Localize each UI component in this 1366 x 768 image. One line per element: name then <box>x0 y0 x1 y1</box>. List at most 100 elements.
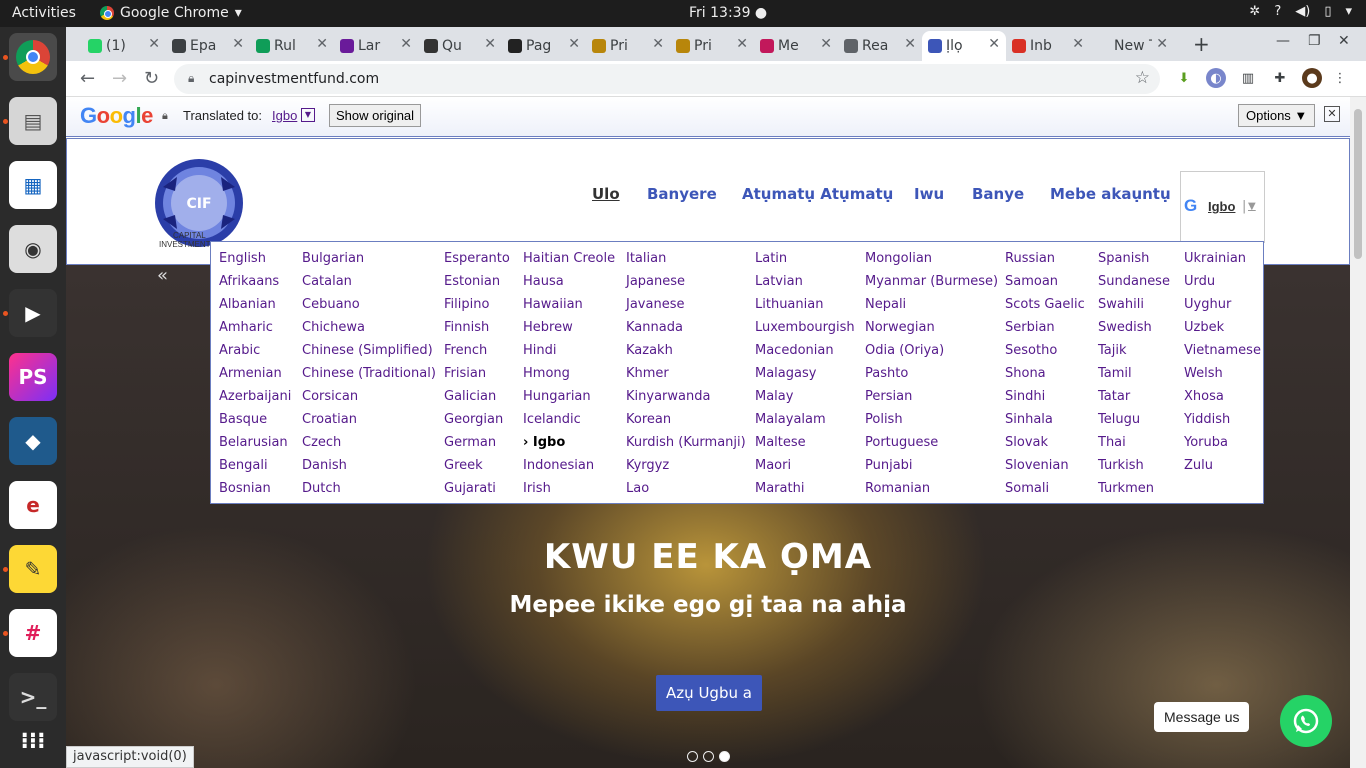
language-option[interactable]: Turkish <box>1098 457 1170 480</box>
browser-tab[interactable]: Pri ✕ <box>670 31 754 61</box>
target-language-link[interactable]: Igbo <box>272 108 297 123</box>
language-option[interactable]: Javanese <box>626 296 746 319</box>
language-option[interactable]: Galician <box>444 388 510 411</box>
carousel-dot-active[interactable] <box>719 751 730 762</box>
language-option[interactable]: Portuguese <box>865 434 998 457</box>
forward-button[interactable]: → <box>112 68 127 89</box>
close-tab-icon[interactable]: ✕ <box>820 36 832 52</box>
language-option[interactable]: Punjabi <box>865 457 998 480</box>
nav-plans[interactable]: Atụmatụ Atụmatụ <box>742 185 893 203</box>
language-option[interactable]: Scots Gaelic <box>1005 296 1085 319</box>
close-tab-icon[interactable]: ✕ <box>484 36 496 52</box>
files-icon[interactable]: ▤ <box>9 97 57 145</box>
language-option[interactable]: Albanian <box>219 296 291 319</box>
language-option[interactable]: Kyrgyz <box>626 457 746 480</box>
language-option[interactable]: Telugu <box>1098 411 1170 434</box>
extension-icon[interactable]: ◐ <box>1206 68 1226 88</box>
browser-tab[interactable]: New Ta✕ <box>1090 31 1174 61</box>
text-editor-icon[interactable]: ✎ <box>9 545 57 593</box>
terminal-icon[interactable]: >_ <box>9 673 57 721</box>
close-tab-icon[interactable]: ✕ <box>988 36 1000 52</box>
language-option[interactable]: Malay <box>755 388 855 411</box>
language-option[interactable]: › Igbo <box>523 434 615 457</box>
language-option[interactable]: Macedonian <box>755 342 855 365</box>
bookmark-star-icon[interactable]: ☆ <box>1135 68 1150 88</box>
language-option[interactable]: Tajik <box>1098 342 1170 365</box>
language-option[interactable]: Arabic <box>219 342 291 365</box>
language-option[interactable]: Filipino <box>444 296 510 319</box>
address-bar[interactable]: 🔒︎ capinvestmentfund.com ☆ <box>174 64 1160 94</box>
close-tab-icon[interactable]: ✕ <box>736 36 748 52</box>
language-option[interactable]: Indonesian <box>523 457 615 480</box>
nav-terms[interactable]: Iwu <box>914 185 944 203</box>
extensions-puzzle-icon[interactable]: ✚ <box>1270 68 1290 88</box>
language-option[interactable]: Cebuano <box>302 296 436 319</box>
browser-tab[interactable]: Epa ✕ <box>166 31 250 61</box>
language-option[interactable]: Uzbek <box>1184 319 1261 342</box>
close-tab-icon[interactable]: ✕ <box>1156 36 1168 52</box>
language-option[interactable]: Corsican <box>302 388 436 411</box>
close-icon[interactable]: ✕ <box>1324 106 1340 122</box>
language-option[interactable]: Armenian <box>219 365 291 388</box>
language-selector[interactable]: G Igbo | ▼ <box>1180 171 1265 243</box>
language-option[interactable]: Slovak <box>1005 434 1085 457</box>
back-button[interactable]: ← <box>80 68 95 89</box>
language-option[interactable]: Greek <box>444 457 510 480</box>
slack-icon[interactable]: # <box>9 609 57 657</box>
language-option[interactable]: Italian <box>626 250 746 273</box>
language-option[interactable]: Chinese (Simplified) <box>302 342 436 365</box>
new-tab-button[interactable]: + <box>1193 32 1210 56</box>
language-option[interactable]: Esperanto <box>444 250 510 273</box>
language-option[interactable]: Odia (Oriya) <box>865 342 998 365</box>
language-option[interactable]: Khmer <box>626 365 746 388</box>
language-option[interactable]: Welsh <box>1184 365 1261 388</box>
language-option[interactable]: Kinyarwanda <box>626 388 746 411</box>
language-selector-label[interactable]: Igbo <box>1208 199 1235 214</box>
language-option[interactable]: Nepali <box>865 296 998 319</box>
close-tab-icon[interactable]: ✕ <box>904 36 916 52</box>
show-apps-icon[interactable]: ⁝⁝⁝ <box>9 717 57 765</box>
language-option[interactable]: Basque <box>219 411 291 434</box>
language-option[interactable]: Bosnian <box>219 480 291 503</box>
language-option[interactable]: German <box>444 434 510 457</box>
language-option[interactable]: English <box>219 250 291 273</box>
language-option[interactable]: Polish <box>865 411 998 434</box>
language-option[interactable]: Serbian <box>1005 319 1085 342</box>
browser-tab[interactable]: Rea ✕ <box>838 31 922 61</box>
maximize-button[interactable]: ❐ <box>1308 33 1321 49</box>
language-option[interactable]: Hungarian <box>523 388 615 411</box>
language-option[interactable]: Azerbaijani <box>219 388 291 411</box>
carousel-dot[interactable] <box>687 751 698 762</box>
language-option[interactable]: Lithuanian <box>755 296 855 319</box>
whatsapp-button[interactable] <box>1280 695 1332 747</box>
close-tab-icon[interactable]: ✕ <box>1072 36 1084 52</box>
browser-tab[interactable]: (1) ✕ <box>82 31 166 61</box>
language-option[interactable]: Xhosa <box>1184 388 1261 411</box>
language-option[interactable]: Maltese <box>755 434 855 457</box>
lock-icon[interactable]: 🔒︎ <box>188 71 194 86</box>
reload-button[interactable]: ↻ <box>144 68 159 89</box>
language-option[interactable]: Ukrainian <box>1184 250 1261 273</box>
language-option[interactable]: Hebrew <box>523 319 615 342</box>
language-option[interactable]: Finnish <box>444 319 510 342</box>
scrollbar-thumb[interactable] <box>1354 109 1362 259</box>
language-option[interactable]: Spanish <box>1098 250 1170 273</box>
language-option[interactable]: Pashto <box>865 365 998 388</box>
browser-tab[interactable]: Qu ✕ <box>418 31 502 61</box>
language-option[interactable]: Catalan <box>302 273 436 296</box>
language-option[interactable]: Czech <box>302 434 436 457</box>
language-option[interactable]: Hawaiian <box>523 296 615 319</box>
browser-menu-icon[interactable]: ⋮ <box>1330 68 1350 88</box>
url-text[interactable]: capinvestmentfund.com <box>209 71 379 87</box>
nav-about[interactable]: Banyere <box>647 185 717 203</box>
reading-list-icon[interactable]: ▥ <box>1238 68 1258 88</box>
language-option[interactable]: Chichewa <box>302 319 436 342</box>
profile-avatar[interactable]: ● <box>1302 68 1322 88</box>
browser-tab[interactable]: Pag ✕ <box>502 31 586 61</box>
language-option[interactable]: Sesotho <box>1005 342 1085 365</box>
language-option[interactable]: Samoan <box>1005 273 1085 296</box>
message-us-label[interactable]: Message us <box>1154 702 1250 732</box>
language-option[interactable]: Slovenian <box>1005 457 1085 480</box>
language-option[interactable]: Zulu <box>1184 457 1261 480</box>
language-option[interactable]: Myanmar (Burmese) <box>865 273 998 296</box>
